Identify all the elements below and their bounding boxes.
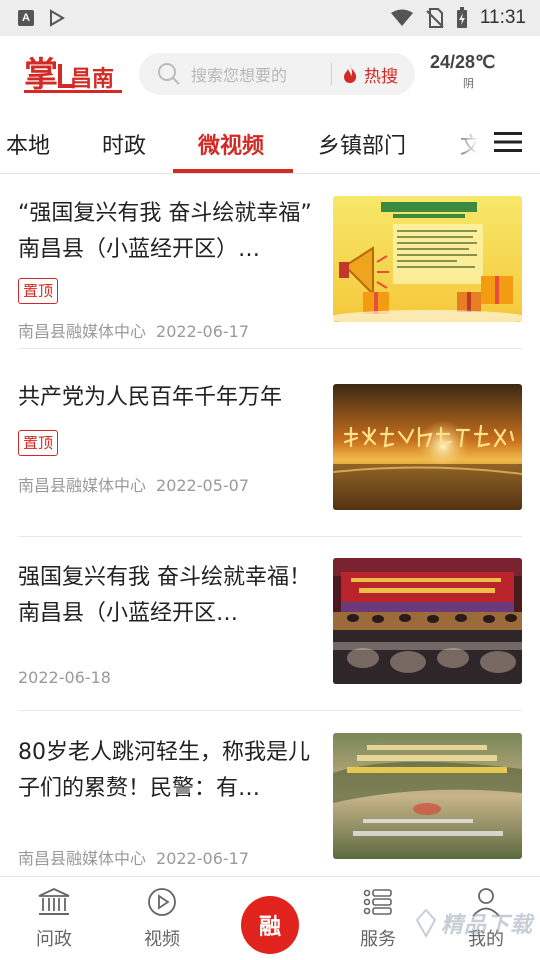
tab-politics[interactable]: 时政 [102,128,146,160]
item-date: 2022-06-17 [156,849,249,868]
item-title[interactable]: 强国复兴有我 奋斗绘就幸福！南昌县（小蓝经开区… [18,560,314,632]
hamburger-menu-icon [494,132,522,152]
item-meta: 南昌县融媒体中心 2022-05-07 [18,472,249,496]
list-item[interactable]: 80岁老人跳河轻生，称我是儿子们的累赘！民警：有… 南昌县融媒体中心 2022-0… [0,711,540,876]
app-logo[interactable]: 掌 昌南 [24,49,124,99]
pinned-badge: 置顶 [18,278,59,304]
item-meta: 南昌县融媒体中心 2022-06-17 [18,318,249,342]
item-source: 南昌县融媒体中心 [18,322,147,341]
flame-icon [344,65,357,83]
nav-wenzheng[interactable]: 问政 [14,887,94,951]
nav-service[interactable]: 服务 [338,887,418,951]
list-item[interactable]: “强国复兴有我 奋斗绘就幸福” 南昌县（小蓝经开区）… 置顶 南昌县融媒体中心 2… [0,174,540,349]
active-tab-indicator [173,169,293,173]
hot-search-label: 热搜 [364,66,398,87]
item-date: 2022-06-17 [156,322,249,341]
news-feed: “强国复兴有我 奋斗绘就幸福” 南昌县（小蓝经开区）… 置顶 南昌县融媒体中心 2… [0,174,540,876]
hot-search-button[interactable]: 热搜 [342,62,398,87]
list-item[interactable]: 共产党为人民百年千年万年 置顶 南昌县融媒体中心 2022-05-07 [0,362,540,537]
wifi-icon [390,9,413,26]
center-rong-label: 融 [258,915,281,940]
nav-label-service: 服务 [360,929,396,950]
item-meta: 南昌县融媒体中心 2022-06-17 [18,845,249,869]
watermark-logo-icon [415,908,437,938]
site-watermark: 精品下载 [415,907,533,939]
accessibility-a-icon: A [18,10,34,26]
search-divider [331,63,332,85]
app-header: 掌 昌南 搜索您想要的 热搜 24/28℃ 阴 [0,36,540,112]
search-bar[interactable]: 搜索您想要的 热搜 [139,53,415,95]
no-sim-icon [426,8,444,28]
service-list-icon [363,889,392,915]
svg-text:掌: 掌 [24,55,58,95]
pinned-badge: 置顶 [18,430,59,456]
item-title[interactable]: 共产党为人民百年千年万年 [18,380,314,416]
play-store-icon [50,9,65,27]
weather-widget[interactable]: 24/28℃ 阴 [430,52,520,91]
tab-towns[interactable]: 乡镇部门 [318,128,406,160]
list-item[interactable]: 强国复兴有我 奋斗绘就幸福！南昌县（小蓝经开区… 2022-06-18 [0,536,540,711]
item-thumbnail[interactable] [333,196,522,322]
svg-text:昌南: 昌南 [70,67,114,92]
bottom-nav: 问政 视频 融 服务 我的 精品下载 [0,876,540,960]
item-title[interactable]: “强国复兴有我 奋斗绘就幸福” 南昌县（小蓝经开区）… [18,196,314,268]
nav-video[interactable]: 视频 [122,887,202,951]
announcement-poster-image [333,196,522,322]
item-thumbnail[interactable] [333,733,522,859]
sunset-calligraphy-image [333,384,522,510]
battery-charging-icon [456,7,467,28]
status-time: 11:31 [479,7,526,28]
river-video-image [333,733,522,859]
weather-temp: 24/28℃ [430,52,496,72]
tab-local[interactable]: 本地 [6,128,50,160]
nav-label-wenzheng: 问政 [36,929,72,950]
tabs-fade [448,112,478,172]
nav-label-video: 视频 [144,929,180,950]
item-date: 2022-05-07 [156,476,249,495]
item-date: 2022-06-18 [18,668,111,687]
government-building-icon [38,888,70,915]
center-rong-button[interactable]: 融 [241,896,299,954]
item-divider [18,348,522,349]
item-source: 南昌县融媒体中心 [18,476,147,495]
weather-condition: 阴 [463,77,474,90]
app-logo-mark: 掌 昌南 [24,55,122,95]
item-thumbnail[interactable] [333,384,522,510]
channel-menu-button[interactable] [476,112,540,172]
tab-micro-video[interactable]: 微视频 [198,128,264,160]
status-bar: A 11:31 [0,0,540,36]
play-circle-icon [148,888,176,916]
item-meta: 2022-06-18 [18,668,111,687]
item-thumbnail[interactable] [333,558,522,684]
search-placeholder[interactable]: 搜索您想要的 [191,62,323,86]
stage-event-image [333,558,522,684]
item-title[interactable]: 80岁老人跳河轻生，称我是儿子们的累赘！民警：有… [18,735,314,807]
item-source: 南昌县融媒体中心 [18,849,147,868]
search-icon [158,63,180,85]
channel-tabs: 本地 时政 微视频 乡镇部门 文 [0,112,540,174]
watermark-text: 精品下载 [441,913,534,938]
